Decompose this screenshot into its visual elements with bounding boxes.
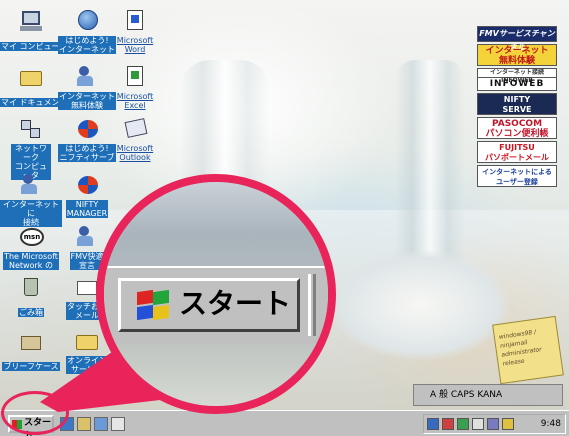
desktop-icon-briefcase[interactable]: ブリーフケース <box>0 330 62 373</box>
desktop-icon-my-computer[interactable]: マイ コンピュータ <box>0 10 69 53</box>
ime-toolbar[interactable]: A 般 CAPS KANA <box>413 384 563 406</box>
taskbar: スタート 9:48 <box>0 410 569 436</box>
magnified-start-label: スタート <box>179 287 292 320</box>
excel-icon <box>122 66 148 90</box>
recycle-bin-icon <box>18 276 44 300</box>
connect-icon <box>18 174 44 198</box>
banner-fmv-title: FMVサービスチャンネル <box>477 26 557 52</box>
tray-modem-icon[interactable] <box>457 418 469 430</box>
quick-launch <box>60 415 125 433</box>
tray-pen-icon[interactable] <box>442 418 454 430</box>
nifty-manager-icon <box>74 174 100 198</box>
banner-infoweb[interactable]: INFOWEB <box>477 77 557 91</box>
fmv-service-channel-banner: FMVサービスチャンネル インターネット 無料体験 インターネット接続INFOW… <box>477 26 559 206</box>
tray-scheduler-icon[interactable] <box>502 418 514 430</box>
desktop-icon-label: ブリーフケース <box>2 362 60 371</box>
clock[interactable]: 9:48 <box>541 419 565 429</box>
desktop-icon-my-documents[interactable]: マイ ドキュメント <box>0 66 69 109</box>
desktop-icon-outlook[interactable]: Microsoft Outlook <box>104 118 166 164</box>
word-icon <box>122 10 148 34</box>
desktop-icon-label: インターネットに 接続 <box>0 200 62 227</box>
network-icon <box>18 118 44 142</box>
desktop-icon-connect[interactable]: インターネットに 接続 <box>0 174 62 229</box>
internet-icon <box>74 10 100 34</box>
banner-nifty-serve[interactable]: NIFTY SERVE <box>477 93 557 115</box>
banner-infoweb-caption: インターネット接続INFOWEB <box>477 68 557 84</box>
banner-user-register[interactable]: インターネットによる ユーザー登録 <box>477 165 557 187</box>
banner-pasocom[interactable]: PASOCOM パソコン便利帳 <box>477 117 557 139</box>
folder-icon <box>18 66 44 90</box>
tray-display-icon[interactable] <box>487 418 499 430</box>
outlook-icon <box>122 118 148 142</box>
desktop-icon[interactable] <box>77 417 91 431</box>
ime-status: A 般 CAPS KANA <box>430 390 503 400</box>
channel-icon[interactable] <box>111 417 125 431</box>
magnifier: スタート <box>96 174 336 414</box>
tray-volume-icon[interactable] <box>472 418 484 430</box>
magnified-separator <box>308 274 316 336</box>
outlook-express-icon[interactable] <box>94 417 108 431</box>
folder-icon <box>74 330 100 354</box>
desktop-icon-label: ごみ箱 <box>18 308 44 317</box>
magnified-start-button: スタート <box>118 278 300 332</box>
desktop-icon-label: NIFTY MANAGER <box>65 200 109 218</box>
banner-internet-trial[interactable]: インターネット 無料体験 <box>477 44 557 66</box>
system-tray: 9:48 <box>423 414 566 434</box>
msn-icon: msn <box>18 226 44 250</box>
tray-app-icon[interactable] <box>427 418 439 430</box>
sticky-note[interactable]: windows98 / ninjamail administrator rele… <box>492 315 564 385</box>
desktop-icon-network[interactable]: ネットワーク コンピュータ <box>0 118 62 182</box>
desktop-icon-label: Microsoft Outlook <box>116 144 154 162</box>
internet-trial-icon <box>74 66 100 90</box>
desktop-icon-label: Microsoft Word <box>116 36 154 54</box>
desktop-icon-label: The Microsoft Network の <box>3 252 59 270</box>
fmv-icon <box>74 226 100 250</box>
nifty-icon <box>74 118 100 142</box>
banner-fujitsu-mail[interactable]: FUJITSU パソポートメール <box>477 141 557 163</box>
desktop: マイ コンピュータ マイ ドキュメント ネットワーク コンピュータ インターネッ… <box>0 0 569 436</box>
wallpaper-plate <box>330 250 510 360</box>
desktop-icon-word[interactable]: Microsoft Word <box>104 10 166 56</box>
computer-icon <box>18 10 44 34</box>
windows-flag-icon <box>133 289 169 321</box>
desktop-icon-excel[interactable]: Microsoft Excel <box>104 66 166 112</box>
desktop-icon-msn[interactable]: msn The Microsoft Network の <box>0 226 62 272</box>
desktop-icon-label: オンライン サービス <box>66 356 108 374</box>
briefcase-icon <box>18 330 44 354</box>
desktop-icon-recycle-bin[interactable]: ごみ箱 <box>0 276 62 319</box>
desktop-icon-label: Microsoft Excel <box>116 92 154 110</box>
highlight-ring <box>1 391 69 435</box>
